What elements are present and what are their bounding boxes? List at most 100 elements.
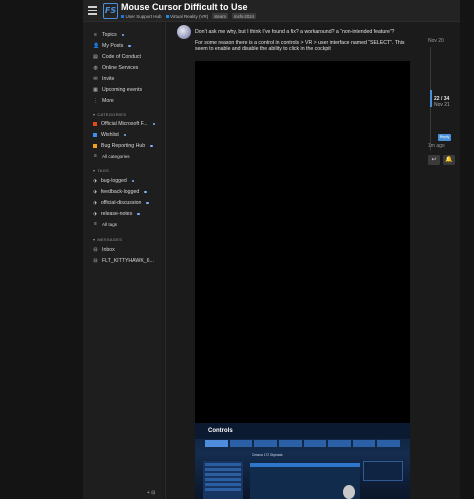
sidebar-item-label: Code of Conduct	[102, 54, 141, 60]
timeline-end-date[interactable]: 1m ago	[428, 143, 445, 149]
chevron-down-icon: ▾	[93, 237, 96, 242]
page-gutter-left	[0, 0, 83, 499]
sidebar-item-label: My Posts	[102, 43, 124, 49]
category-color-square	[165, 14, 169, 18]
sidebar-item-code-of-conduct[interactable]: ▤ Code of Conduct	[93, 54, 141, 60]
chevron-down-icon: ▾	[93, 112, 96, 117]
breadcrumb-label: Virtual Reality (VR)	[170, 13, 209, 19]
controls-right-panel	[363, 461, 403, 481]
controls-tab	[205, 440, 228, 447]
breadcrumb-label: User Support Hub	[125, 13, 162, 19]
sidebar-category[interactable]: Wishlist	[93, 132, 127, 138]
categories-heading[interactable]: ▾ CATEGORIES	[93, 112, 126, 117]
topic-title[interactable]: Mouse Cursor Difficult to Use	[121, 2, 248, 12]
sidebar-item-label: Official Microsoft F...	[101, 121, 148, 127]
sidebar-item-label: Upcoming events	[102, 87, 143, 93]
category-color-square	[93, 122, 97, 126]
sidebar-item-upcoming-events[interactable]: ▦ Upcoming events	[93, 87, 142, 93]
unread-dot	[150, 144, 153, 148]
unread-dot	[123, 133, 127, 137]
sidebar-tag[interactable]: ⬗ official-discussion	[93, 200, 149, 206]
breadcrumb-subcategory[interactable]: Virtual Reality (VR)	[165, 13, 209, 19]
sidebar-all-categories[interactable]: ≡ All categories	[93, 153, 130, 160]
controls-tab	[352, 440, 376, 447]
page-gutter-right	[460, 0, 474, 499]
controls-left-panel	[203, 461, 243, 499]
unread-dot	[144, 190, 147, 194]
calendar-icon: ▦	[93, 86, 98, 93]
sidebar: ≡ Topics 👤 My Posts ▤ Code of Conduct ◍ …	[83, 22, 162, 499]
list-icon: ≡	[94, 153, 97, 159]
controls-tabs	[205, 440, 400, 447]
category-color-square	[121, 14, 124, 18]
site-logo[interactable]: FS	[103, 3, 118, 19]
sidebar-item-label: Bug Reporting Hub	[101, 143, 146, 149]
sidebar-item-more[interactable]: ⋮ More	[93, 98, 114, 104]
sidebar-item-inbox[interactable]: ⊟ Inbox	[93, 246, 115, 253]
header: FS Mouse Cursor Difficult to Use User Su…	[83, 0, 460, 22]
globe-icon: ◍	[93, 64, 98, 71]
sidebar-tag[interactable]: ⬗ bug-logged	[93, 178, 135, 184]
controls-tab	[377, 440, 400, 447]
hamburger-menu-icon[interactable]	[88, 6, 97, 15]
sidebar-divider	[165, 22, 166, 499]
sidebar-item-label: Inbox	[102, 247, 115, 253]
list-icon: ≡	[94, 221, 97, 227]
tag-icon: ⬗	[93, 200, 97, 206]
post-paragraph: For some reason there is a control in co…	[195, 39, 405, 53]
sidebar-item-invite[interactable]: ✉ Invite	[93, 76, 114, 82]
sidebar-item-online-services[interactable]: ◍ Online Services	[93, 65, 138, 71]
sidebar-item-label: feedback-logged	[100, 189, 140, 195]
sidebar-category[interactable]: Bug Reporting Hub	[93, 143, 153, 149]
section-heading-label: MESSAGES	[97, 237, 123, 242]
timeline-start-date[interactable]: Nov 20	[428, 38, 444, 44]
category-color-square	[93, 144, 97, 148]
tag-msfs-2024[interactable]: msfs-2024	[231, 13, 256, 19]
unread-dot	[137, 212, 140, 216]
sidebar-item-label: official-discussion	[100, 200, 142, 206]
sidebar-item-label: release-notes	[100, 211, 133, 217]
user-icon: 👤	[93, 42, 100, 49]
inbox-icon: ⊟	[93, 246, 98, 253]
section-heading-label: CATEGORIES	[97, 112, 127, 117]
embedded-video[interactable]	[195, 61, 410, 423]
messages-heading[interactable]: ▾ MESSAGES	[93, 237, 122, 242]
sidebar-item-topics[interactable]: ≡ Topics	[93, 31, 125, 38]
chevron-down-icon: ▾	[93, 168, 96, 173]
sidebar-tag[interactable]: ⬗ feedback-logged	[93, 189, 147, 195]
controls-tab	[303, 440, 327, 447]
inbox-icon: ⊟	[93, 257, 98, 264]
sidebar-item-group-inbox[interactable]: ⊟ FLT_KITTYHAWK_6...	[93, 258, 154, 264]
unread-dot	[152, 122, 156, 126]
post-paragraph: Don’t ask me why, but I think I’ve found…	[195, 29, 395, 35]
mouse-photo	[343, 485, 355, 499]
sidebar-all-tags[interactable]: ≡ All tags	[93, 221, 118, 228]
unread-dot	[128, 44, 131, 48]
controls-title: Controls	[208, 428, 233, 434]
reply-icon[interactable]: ↩	[428, 155, 440, 165]
screenshot-image[interactable]: Controls Cessna 172 Skyhawk	[195, 423, 410, 499]
sidebar-item-label: Wishlist	[101, 132, 119, 138]
sidebar-footer-controls[interactable]: + ⊟	[147, 490, 156, 496]
breadcrumb-category[interactable]: User Support Hub	[121, 14, 162, 19]
unread-dot	[146, 201, 149, 205]
invite-icon: ✉	[93, 75, 98, 82]
avatar[interactable]	[177, 25, 191, 39]
timeline-scroll-handle[interactable]	[430, 90, 432, 107]
sidebar-category[interactable]: Official Microsoft F...	[93, 121, 156, 127]
document-icon: ▤	[93, 53, 98, 60]
section-heading-label: TAGS	[97, 168, 110, 173]
tags-heading[interactable]: ▾ TAGS	[93, 168, 109, 173]
topics-icon: ≡	[94, 31, 97, 38]
post-body: Don’t ask me why, but I think I’ve found…	[195, 29, 410, 57]
sidebar-tag[interactable]: ⬗ release-notes	[93, 211, 140, 217]
bell-icon[interactable]: 🔔	[443, 155, 455, 165]
controls-tab	[328, 440, 351, 447]
timeline-reply-button[interactable]: Reply	[438, 134, 451, 141]
topic-timeline: Nov 20 22 / 34 Nov 21	[420, 30, 460, 151]
tag-steam[interactable]: steam	[212, 13, 228, 19]
category-color-square	[93, 133, 97, 137]
sidebar-item-label: All tags	[102, 222, 118, 227]
sidebar-item-label: Online Services	[102, 65, 139, 71]
sidebar-item-my-posts[interactable]: 👤 My Posts	[93, 43, 131, 49]
